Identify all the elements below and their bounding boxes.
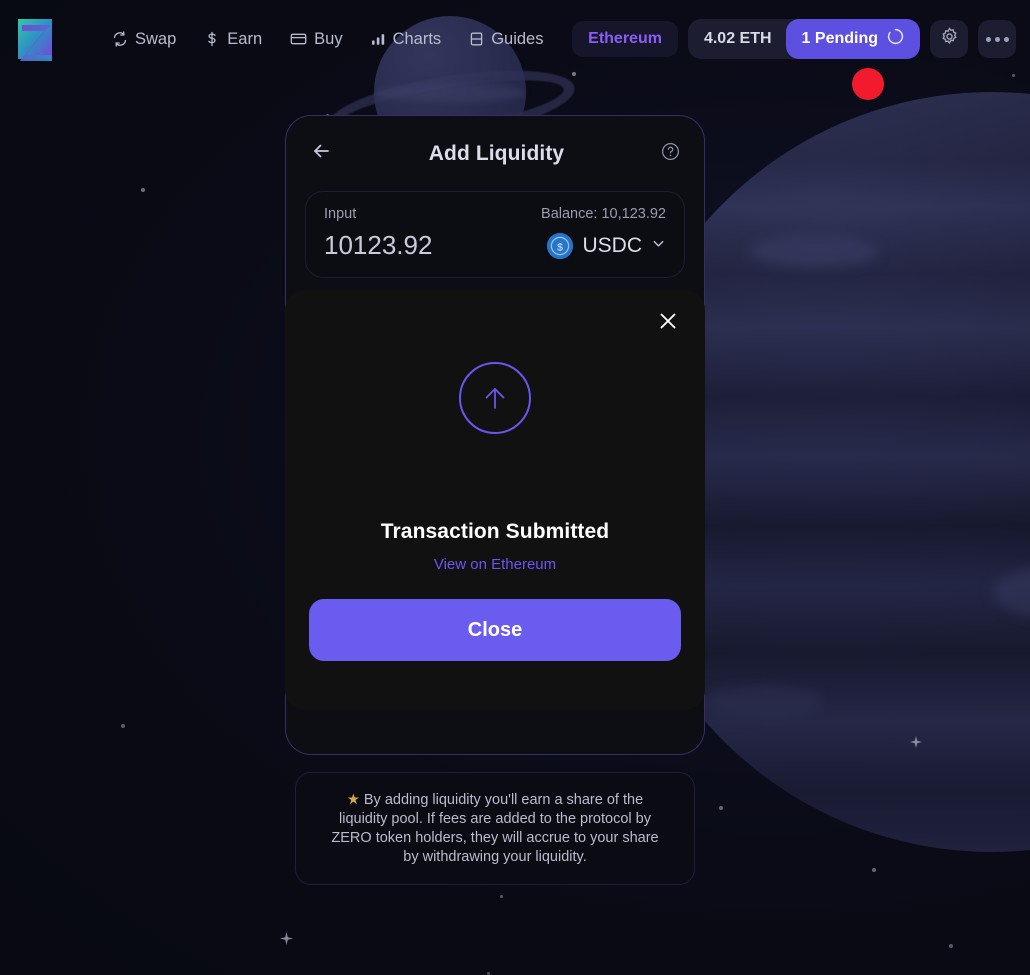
close-x-icon[interactable] [655, 308, 681, 334]
balance-label[interactable]: Balance: 10,123.92 [541, 206, 666, 222]
sparkle-icon [280, 932, 293, 945]
input-value-row: $ USDC [324, 230, 666, 261]
usdc-coin-icon: $ [547, 232, 574, 259]
input-meta-row: Input Balance: 10,123.92 [324, 206, 666, 222]
app-header: Swap Earn Buy Charts Guides Ethereum 4.0… [0, 0, 1030, 78]
input-label: Input [324, 206, 357, 222]
card-icon [290, 31, 307, 47]
back-arrow-icon[interactable] [310, 140, 332, 167]
nav-label: Charts [392, 29, 442, 48]
star-dot [949, 944, 953, 948]
chain-badge[interactable]: Ethereum [572, 21, 678, 57]
close-button[interactable]: Close [309, 599, 681, 661]
cursor-marker [852, 68, 884, 100]
star-dot [141, 188, 145, 192]
note-text-wrapper: ★ By adding liquidity you'll earn a shar… [322, 791, 668, 866]
more-options-button[interactable] [978, 20, 1016, 58]
main-nav: Swap Earn Buy Charts Guides [112, 30, 543, 49]
liquidity-info-note: ★ By adding liquidity you'll earn a shar… [295, 772, 695, 886]
svg-text:$: $ [558, 241, 564, 253]
modal-body: Transaction Submitted View on Ethereum C… [309, 334, 681, 684]
nav-label: Swap [135, 29, 177, 48]
transaction-submitted-modal: Transaction Submitted View on Ethereum C… [285, 290, 705, 710]
chevron-down-icon [651, 236, 666, 256]
card-header: Add Liquidity [286, 116, 704, 191]
header-actions: Ethereum 4.02 ETH 1 Pending [572, 19, 1016, 59]
swap-icon [112, 31, 128, 47]
star-dot [719, 806, 723, 810]
nav-label: Buy [314, 29, 343, 48]
app-root: Swap Earn Buy Charts Guides Ethereum 4.0… [0, 0, 1030, 975]
star-dot [500, 895, 503, 898]
planet-band [374, 84, 526, 102]
nav-item-charts[interactable]: Charts [371, 29, 442, 49]
token-symbol: USDC [582, 233, 642, 257]
bar-chart-icon [371, 31, 386, 47]
star-icon: ★ [346, 792, 360, 808]
star-dot [121, 724, 125, 728]
nav-item-guides[interactable]: Guides [469, 30, 543, 49]
status-title: Transaction Submitted [380, 520, 610, 543]
zero-logo[interactable] [18, 15, 62, 63]
note-text: By adding liquidity you'll earn a share … [331, 792, 659, 865]
settings-button[interactable] [930, 20, 968, 58]
nav-item-swap[interactable]: Swap [112, 30, 176, 49]
arrow-up-circle-icon [459, 362, 531, 434]
wallet-balance: 4.02 ETH [703, 30, 772, 47]
pending-badge[interactable]: 1 Pending [785, 19, 920, 59]
nav-label: Guides [491, 29, 544, 48]
view-on-explorer-link[interactable]: View on Ethereum [434, 556, 556, 573]
dollar-icon [204, 31, 220, 47]
nav-item-earn[interactable]: Earn [204, 30, 262, 49]
spinner-icon [887, 28, 904, 50]
wallet-group[interactable]: 4.02 ETH 1 Pending [687, 19, 920, 59]
ellipsis-icon [985, 36, 1009, 42]
help-circle-icon[interactable] [661, 142, 680, 166]
pending-label: 1 Pending [801, 30, 878, 47]
book-icon [469, 31, 484, 47]
amount-input[interactable] [324, 230, 534, 261]
star-dot [872, 868, 876, 872]
nav-label: Earn [227, 29, 263, 48]
token-select[interactable]: $ USDC [547, 232, 666, 259]
gear-icon [940, 27, 959, 51]
page-title: Add Liquidity [428, 141, 565, 165]
liquidity-input-box: Input Balance: 10,123.92 $ USDC [305, 191, 685, 278]
nav-item-buy[interactable]: Buy [290, 29, 343, 49]
